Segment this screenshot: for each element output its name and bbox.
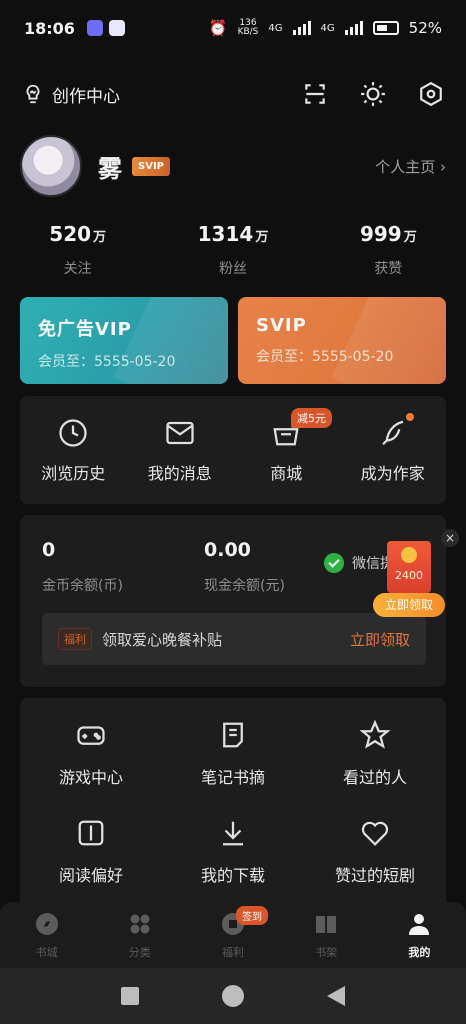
creator-center-button[interactable]: 创作中心: [22, 82, 120, 107]
notes-button[interactable]: 笔记书摘: [162, 720, 304, 788]
app-notification-icon: [86, 20, 103, 36]
nickname: 雾: [98, 154, 122, 183]
become-writer-button[interactable]: 成为作家: [340, 396, 447, 504]
signal-icon: [292, 21, 311, 35]
red-packet-value: 2400: [395, 569, 423, 582]
checkin-badge: 签到: [236, 906, 268, 925]
system-nav-bar: [0, 968, 466, 1024]
profile-stats: 520 万 关注 1314 万 粉丝 999 万 获赞: [0, 222, 466, 278]
download-icon: [223, 821, 243, 846]
homepage-link[interactable]: 个人主页 ›: [375, 156, 446, 177]
stat-followers[interactable]: 1314 万 粉丝: [155, 222, 310, 278]
stat-following[interactable]: 520 万 关注: [0, 222, 155, 278]
my-downloads-button[interactable]: 我的下载: [162, 818, 304, 886]
svip-badge: SVIP: [132, 156, 170, 176]
coin-icon: [401, 547, 417, 563]
visitors-button[interactable]: 看过的人: [304, 719, 446, 788]
brightness-icon[interactable]: [360, 81, 386, 107]
status-time: 18:06: [24, 18, 75, 38]
battery-percent: 52%: [408, 19, 442, 37]
lightbulb-icon: [26, 84, 40, 104]
book-icon: [78, 820, 104, 846]
gamepad-icon: [77, 726, 105, 745]
network-speed: 136 KB/S: [237, 18, 259, 37]
grid-icon: [130, 914, 150, 934]
red-packet-claim-button[interactable]: 立即领取: [373, 593, 445, 617]
status-indicators: ⏰ 136 KB/S 4G 4G 52%: [208, 18, 442, 38]
clock-icon: [59, 419, 87, 447]
battery-icon: [372, 21, 399, 35]
compass-icon: [35, 913, 58, 935]
note-icon: [223, 722, 243, 748]
game-center-button[interactable]: 游戏中心: [20, 720, 162, 788]
shop-button[interactable]: 减5元 商城: [233, 396, 340, 504]
recent-apps-button[interactable]: [121, 987, 140, 1005]
heart-icon: [361, 821, 389, 846]
signal-icon: [344, 21, 363, 35]
welfare-banner[interactable]: 福利 领取爱心晚餐补贴 立即领取: [42, 613, 426, 665]
quill-icon: [381, 420, 404, 446]
network-type: 4G: [268, 22, 283, 34]
bookshelf-icon: [316, 916, 337, 933]
status-bar: 18:06 ⏰ 136 KB/S 4G 4G 52%: [0, 0, 466, 56]
profile-header: 雾 SVIP 个人主页 ›: [20, 134, 446, 198]
reading-preference-button[interactable]: 阅读偏好: [20, 818, 162, 886]
notification-dot: [406, 413, 414, 421]
tab-welfare[interactable]: 签到 福利: [186, 902, 279, 968]
tab-category[interactable]: 分类: [93, 902, 186, 968]
close-icon[interactable]: ×: [441, 529, 459, 547]
top-icons: [302, 81, 444, 107]
notification-icons: [86, 20, 125, 36]
alarm-icon: ⏰: [208, 19, 228, 37]
avatar[interactable]: [20, 135, 82, 197]
creator-center-label: 创作中心: [52, 86, 120, 107]
app-notification-icon: [108, 20, 125, 36]
cash-balance[interactable]: 0.00 现金余额(元): [204, 539, 285, 595]
home-button[interactable]: [221, 985, 244, 1007]
welfare-tag: 福利: [58, 628, 92, 650]
svip-card[interactable]: SVIP 会员至：5555-05-20: [238, 297, 446, 384]
person-icon: [409, 914, 430, 935]
mail-icon: [166, 421, 194, 445]
settings-icon[interactable]: [418, 81, 444, 107]
red-envelope-icon: 2400: [387, 541, 431, 593]
scan-icon[interactable]: [302, 81, 328, 107]
liked-dramas-button[interactable]: 赞过的短剧: [304, 818, 446, 886]
ad-free-vip-card[interactable]: 免广告VIP 会员至：5555-05-20: [20, 297, 228, 384]
quick-actions: 浏览历史 我的消息 减5元 商城 成为作家: [20, 396, 446, 504]
wechat-icon: [324, 553, 344, 573]
tab-bookstore[interactable]: 书城: [0, 902, 93, 968]
back-button[interactable]: [326, 986, 345, 1006]
tab-me[interactable]: 我的: [373, 902, 466, 968]
messages-button[interactable]: 我的消息: [127, 396, 234, 504]
network-type: 4G: [320, 22, 335, 34]
bottom-tab-bar: 书城 分类 签到 福利 书架 我的: [0, 902, 466, 968]
welfare-text: 领取爱心晚餐补贴: [102, 630, 223, 649]
tab-bookshelf[interactable]: 书架: [280, 902, 373, 968]
claim-now-link[interactable]: 立即领取: [350, 629, 410, 650]
red-packet-widget[interactable]: 2400 立即领取 ×: [373, 529, 465, 619]
discount-badge: 减5元: [291, 408, 332, 428]
coin-balance[interactable]: 0 金币余额(币): [42, 539, 123, 595]
browse-history-button[interactable]: 浏览历史: [20, 396, 127, 504]
stat-likes[interactable]: 999 万 获赞: [311, 222, 466, 278]
star-icon: [359, 719, 391, 749]
top-bar: 创作中心: [22, 76, 444, 112]
